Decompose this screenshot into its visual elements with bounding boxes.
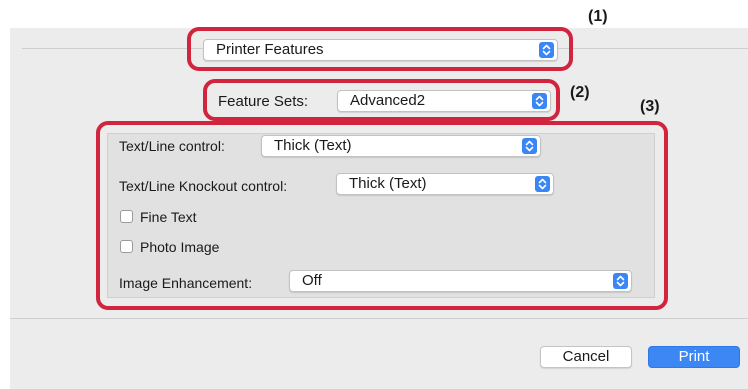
callout-number-3: (3) bbox=[640, 98, 660, 115]
callout-frame-2 bbox=[203, 79, 560, 121]
bottom-divider bbox=[10, 318, 748, 319]
callout-frame-1 bbox=[187, 27, 573, 71]
cancel-button[interactable]: Cancel bbox=[540, 346, 632, 368]
callout-frame-3 bbox=[96, 121, 668, 310]
print-button[interactable]: Print bbox=[648, 346, 740, 368]
callout-number-1: (1) bbox=[588, 8, 608, 25]
callout-number-2: (2) bbox=[570, 84, 590, 101]
